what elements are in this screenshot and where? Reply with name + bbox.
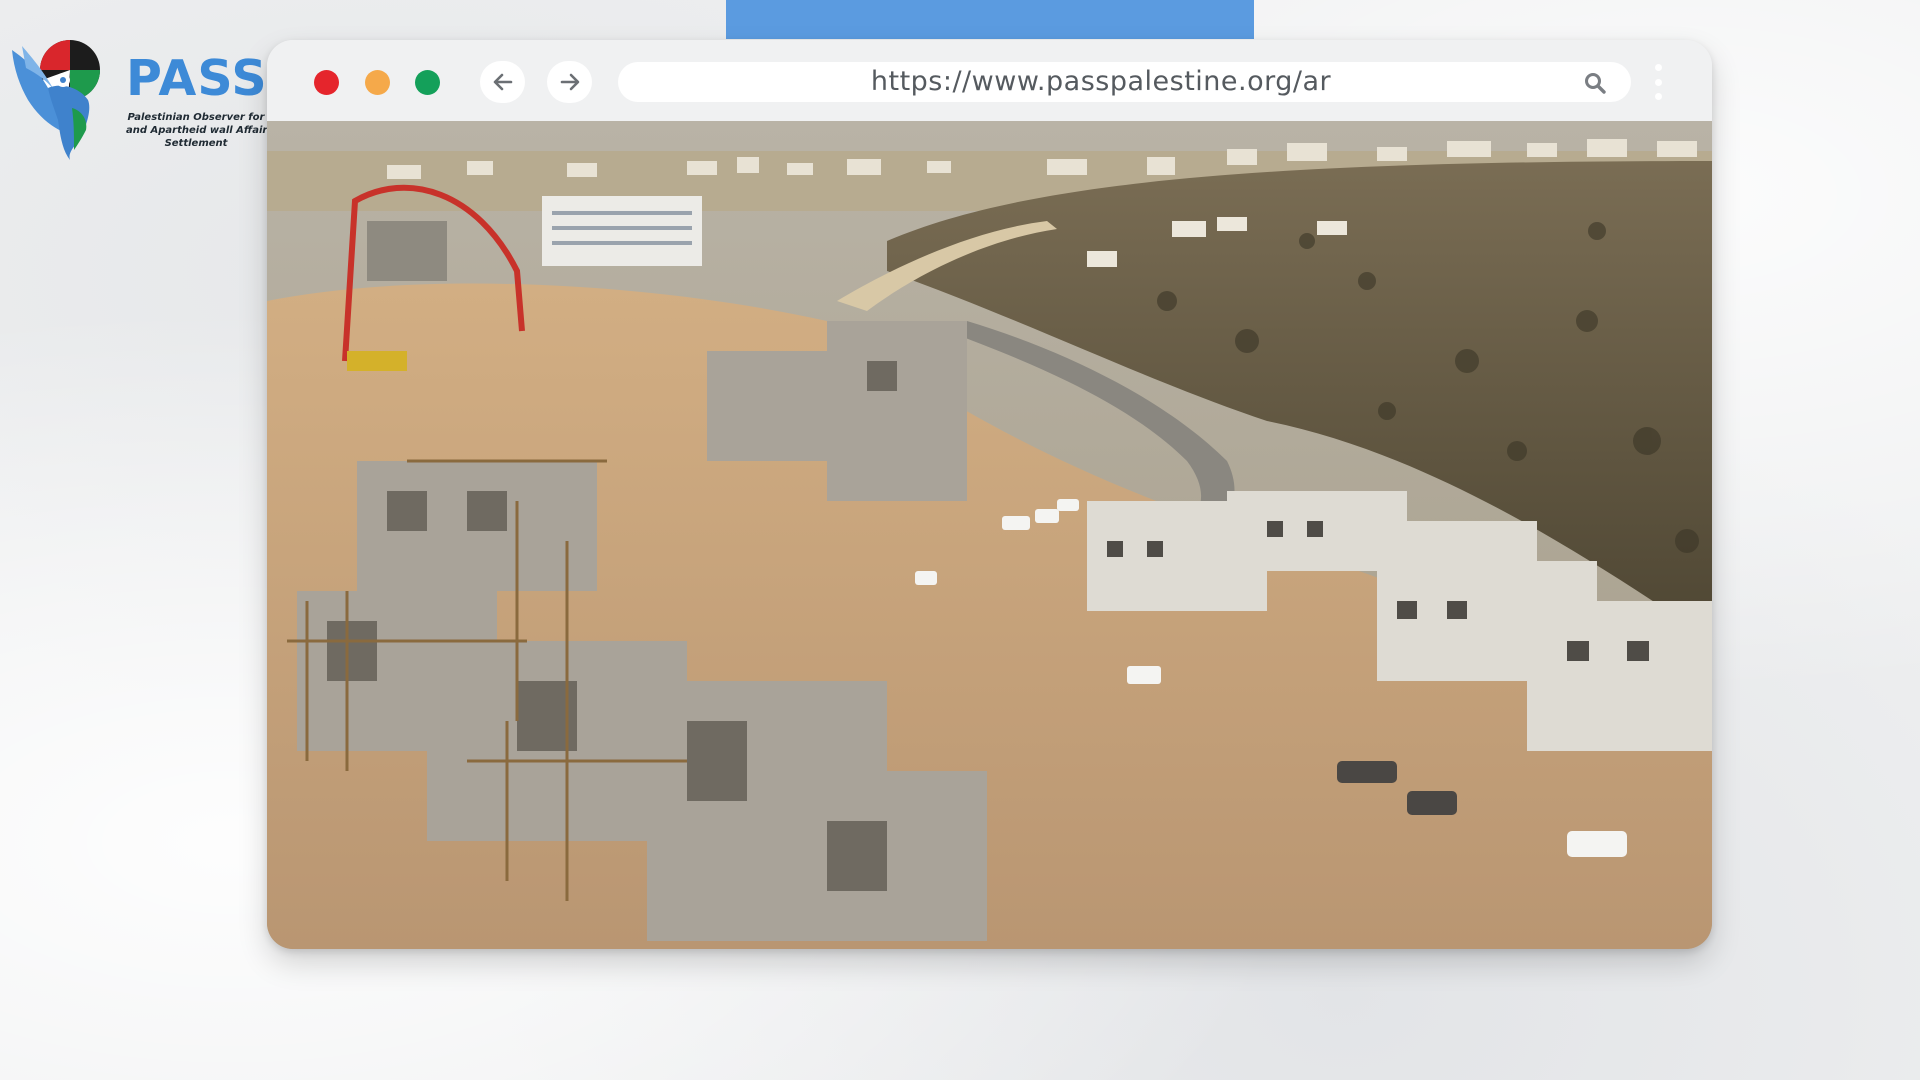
arrow-right-icon (560, 73, 579, 91)
back-button[interactable] (480, 61, 525, 103)
top-accent-tab (726, 0, 1254, 39)
minimize-window-button[interactable] (365, 70, 390, 95)
arrow-left-icon (493, 73, 512, 91)
settlement-construction-photo (267, 121, 1712, 949)
address-bar[interactable]: https://www.passpalestine.org/ar (618, 62, 1631, 102)
close-window-button[interactable] (314, 70, 339, 95)
browser-window: https://www.passpalestine.org/ar (267, 40, 1712, 949)
menu-dot (1654, 64, 1662, 71)
logo-subtitle-line: Settlement (164, 138, 228, 149)
browser-toolbar: https://www.passpalestine.org/ar (267, 40, 1712, 121)
menu-dot (1654, 93, 1662, 100)
search-icon[interactable] (1583, 71, 1607, 95)
forward-button[interactable] (547, 61, 592, 103)
kebab-menu-icon[interactable] (1650, 62, 1666, 102)
logo-subtitle-line: Palestinian Observer for (127, 112, 265, 123)
logo-wordmark: PASS (126, 50, 268, 107)
menu-dot (1654, 78, 1662, 86)
logo-subtitle-line: and Apartheid wall Affairs (126, 125, 274, 136)
dove-emblem-icon (12, 40, 100, 160)
pass-logo: PASS Palestinian Observer for and Aparth… (8, 30, 273, 162)
maximize-window-button[interactable] (415, 70, 440, 95)
url-text[interactable]: https://www.passpalestine.org/ar (618, 62, 1584, 102)
logo-subtitle: Palestinian Observer for and Apartheid w… (126, 111, 274, 150)
